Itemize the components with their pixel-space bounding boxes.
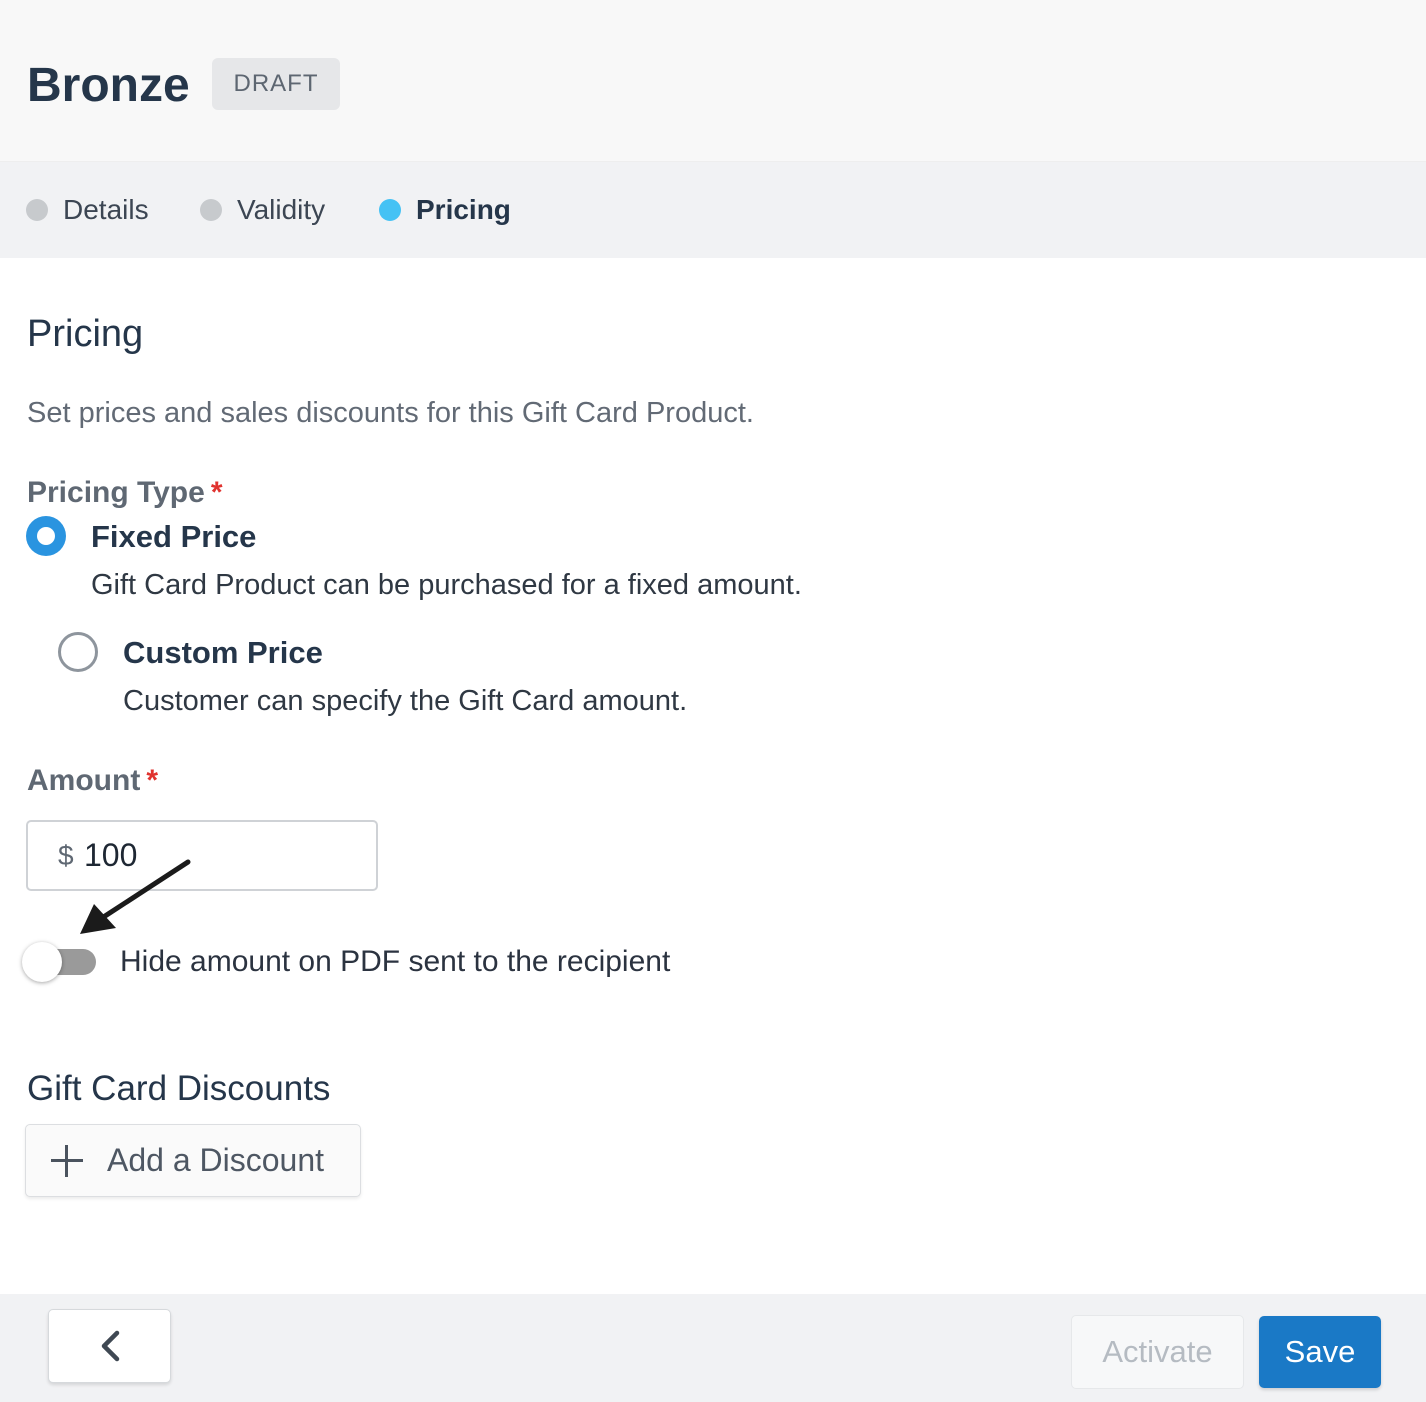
plus-icon: [51, 1144, 83, 1177]
chevron-left-icon: [101, 1330, 119, 1362]
footer-bar: Activate Save: [0, 1294, 1426, 1402]
hide-amount-toggle[interactable]: [22, 942, 98, 982]
amount-label: Amount *: [27, 763, 158, 799]
annotation-arrow-icon: [80, 859, 191, 934]
step-indicator-icon: [200, 199, 222, 221]
section-description: Set prices and sales discounts for this …: [27, 397, 754, 429]
fixed-price-title[interactable]: Fixed Price: [91, 518, 256, 556]
fixed-price-radio[interactable]: [26, 516, 66, 556]
custom-price-description: Customer can specify the Gift Card amoun…: [123, 685, 688, 717]
toggle-knob: [22, 942, 62, 982]
pricing-type-label: Pricing Type *: [27, 475, 223, 511]
page-title: Bronze: [27, 59, 190, 112]
required-mark: *: [146, 764, 158, 797]
back-button[interactable]: [48, 1309, 171, 1383]
activate-button[interactable]: Activate: [1071, 1315, 1244, 1389]
step-label: Details: [63, 194, 149, 225]
step-indicator-icon: [379, 199, 401, 221]
discounts-title: Gift Card Discounts: [27, 1069, 331, 1108]
add-discount-button[interactable]: Add a Discount: [25, 1124, 361, 1197]
fixed-price-description: Gift Card Product can be purchased for a…: [91, 569, 802, 601]
amount-label-text: Amount: [27, 764, 141, 797]
step-details[interactable]: Details: [26, 192, 149, 228]
status-badge: DRAFT: [212, 58, 340, 110]
step-indicator-icon: [26, 199, 48, 221]
pricing-type-label-text: Pricing Type: [27, 476, 205, 509]
required-mark: *: [210, 476, 223, 509]
step-validity[interactable]: Validity: [200, 192, 325, 228]
hide-amount-label: Hide amount on PDF sent to the recipient: [120, 945, 671, 978]
add-discount-label: Add a Discount: [107, 1142, 325, 1178]
step-label: Pricing: [416, 194, 511, 225]
section-title: Pricing: [27, 313, 144, 355]
custom-price-radio[interactable]: [58, 632, 98, 672]
save-button[interactable]: Save: [1259, 1316, 1381, 1388]
step-label: Validity: [237, 194, 326, 225]
step-pricing[interactable]: Pricing: [379, 192, 511, 228]
custom-price-title[interactable]: Custom Price: [123, 634, 323, 672]
step-nav: Details Validity Pricing: [0, 162, 1426, 258]
page-header: Bronze DRAFT: [0, 0, 1426, 162]
